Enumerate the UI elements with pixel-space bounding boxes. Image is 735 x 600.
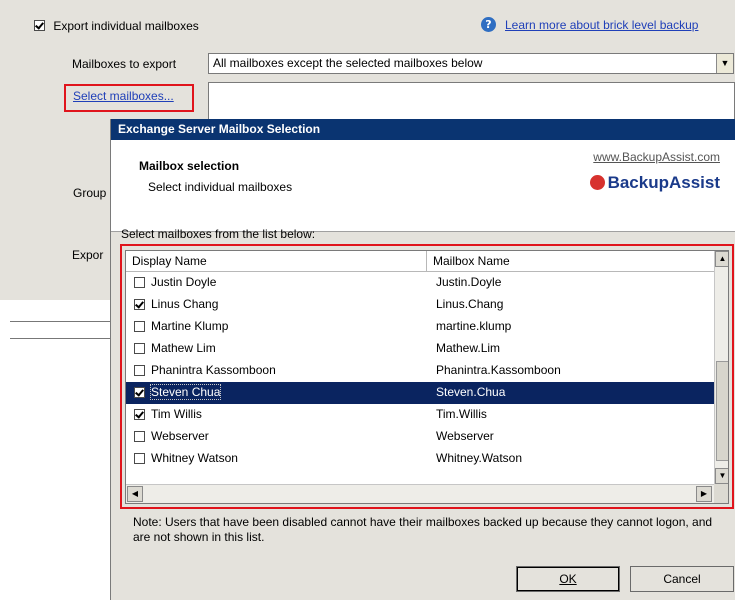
mailbox-name-cell: Steven.Chua bbox=[436, 385, 506, 399]
mailbox-name-cell: Whitney.Watson bbox=[436, 451, 523, 465]
table-row[interactable]: Phanintra Kassomboon Phanintra.Kassomboon bbox=[126, 360, 714, 382]
display-name-cell: Steven Chua bbox=[149, 384, 222, 400]
export-individual-checkbox[interactable] bbox=[34, 20, 45, 32]
brand-icon bbox=[589, 175, 605, 190]
background-white-area bbox=[0, 300, 110, 600]
row-checkbox[interactable] bbox=[134, 431, 145, 442]
brand-url: www.BackupAssist.com bbox=[593, 150, 720, 164]
table-row[interactable]: Martine Klump martine.klump bbox=[126, 316, 714, 338]
table-row[interactable]: Mathew Lim Mathew.Lim bbox=[126, 338, 714, 360]
mailbox-name-cell: Webserver bbox=[436, 429, 494, 443]
mailbox-name-cell: Linus.Chang bbox=[436, 297, 504, 311]
separator-line bbox=[10, 321, 110, 322]
mailboxes-to-export-select[interactable]: All mailboxes except the selected mailbo… bbox=[208, 53, 734, 74]
row-checkbox[interactable] bbox=[134, 343, 145, 354]
table-row[interactable]: Linus Chang Linus.Chang bbox=[126, 294, 714, 316]
scroll-corner bbox=[714, 484, 728, 503]
select-mailboxes-link[interactable]: Select mailboxes... bbox=[73, 89, 174, 103]
row-checkbox[interactable] bbox=[134, 321, 145, 332]
cancel-label: Cancel bbox=[663, 572, 701, 586]
table-row[interactable]: Justin Doyle Justin.Doyle bbox=[126, 272, 714, 294]
export-individual-row[interactable]: Export individual mailboxes bbox=[34, 18, 199, 33]
header-title: Mailbox selection bbox=[139, 159, 240, 173]
table-row[interactable]: Webserver Webserver bbox=[126, 426, 714, 448]
table-row[interactable]: Steven Chua Steven.Chua bbox=[126, 382, 714, 404]
dialog-header: Mailbox selection Select individual mail… bbox=[111, 140, 735, 232]
vertical-scrollbar[interactable]: ▲ ▼ bbox=[714, 251, 728, 484]
disabled-users-note: Note: Users that have been disabled cann… bbox=[133, 515, 713, 544]
help-icon[interactable]: ? bbox=[481, 17, 496, 32]
list-header: Display Name Mailbox Name bbox=[126, 251, 714, 272]
mailbox-selection-dialog: Exchange Server Mailbox Selection Mailbo… bbox=[110, 119, 735, 600]
row-checkbox[interactable] bbox=[134, 409, 145, 420]
separator-line bbox=[10, 338, 110, 339]
display-name-cell: Phanintra Kassomboon bbox=[151, 363, 276, 377]
export-individual-label: Export individual mailboxes bbox=[53, 18, 199, 33]
chevron-down-icon[interactable]: ▼ bbox=[716, 54, 733, 73]
table-row[interactable]: Whitney Watson Whitney.Watson bbox=[126, 448, 714, 470]
column-header-mailbox-name[interactable]: Mailbox Name bbox=[427, 251, 714, 271]
ok-button[interactable]: OK bbox=[516, 566, 620, 592]
row-checkbox[interactable] bbox=[134, 387, 145, 398]
display-name-cell: Whitney Watson bbox=[151, 451, 238, 465]
display-name-cell: Webserver bbox=[151, 429, 209, 443]
horizontal-scrollbar[interactable]: ◀ ▶ bbox=[126, 484, 714, 503]
ok-label: OK bbox=[559, 572, 577, 586]
brand-logo: BackupAssist bbox=[589, 173, 720, 193]
row-checkbox[interactable] bbox=[134, 277, 145, 288]
row-checkbox[interactable] bbox=[134, 299, 145, 310]
mailbox-name-cell: martine.klump bbox=[436, 319, 512, 333]
scroll-up-icon[interactable]: ▲ bbox=[715, 251, 728, 267]
display-name-cell: Linus Chang bbox=[151, 297, 219, 311]
group-label: Group bbox=[73, 186, 107, 200]
scroll-down-icon[interactable]: ▼ bbox=[715, 468, 728, 484]
learn-more-link[interactable]: Learn more about brick level backup bbox=[505, 18, 698, 32]
mailbox-name-cell: Tim.Willis bbox=[436, 407, 487, 421]
selected-mailboxes-field bbox=[208, 82, 735, 120]
display-name-cell: Tim Willis bbox=[151, 407, 202, 421]
list-instruction: Select mailboxes from the list below: bbox=[121, 227, 316, 241]
header-subtitle: Select individual mailboxes bbox=[148, 180, 293, 194]
scroll-left-icon[interactable]: ◀ bbox=[127, 486, 143, 502]
mailbox-name-cell: Mathew.Lim bbox=[436, 341, 501, 355]
scroll-thumb[interactable] bbox=[716, 361, 728, 461]
table-row[interactable]: Tim Willis Tim.Willis bbox=[126, 404, 714, 426]
brand-name: BackupAssist bbox=[607, 173, 720, 192]
export-label: Expor bbox=[72, 248, 104, 262]
row-checkbox[interactable] bbox=[134, 365, 145, 376]
row-checkbox[interactable] bbox=[134, 453, 145, 464]
column-header-display-name[interactable]: Display Name bbox=[126, 251, 427, 271]
dialog-title-bar[interactable]: Exchange Server Mailbox Selection bbox=[111, 119, 735, 140]
mailboxes-to-export-label: Mailboxes to export bbox=[72, 57, 177, 71]
display-name-cell: Mathew Lim bbox=[151, 341, 216, 355]
mailbox-name-cell: Justin.Doyle bbox=[436, 275, 502, 289]
display-name-cell: Justin Doyle bbox=[151, 275, 217, 289]
display-name-cell: Martine Klump bbox=[151, 319, 229, 333]
mailboxes-to-export-value: All mailboxes except the selected mailbo… bbox=[213, 56, 483, 70]
mailbox-list[interactable]: Display Name Mailbox Name Justin Doyle Ju… bbox=[125, 250, 729, 504]
mailbox-name-cell: Phanintra.Kassomboon bbox=[436, 363, 561, 377]
cancel-button[interactable]: Cancel bbox=[630, 566, 734, 592]
scroll-right-icon[interactable]: ▶ bbox=[696, 486, 712, 502]
